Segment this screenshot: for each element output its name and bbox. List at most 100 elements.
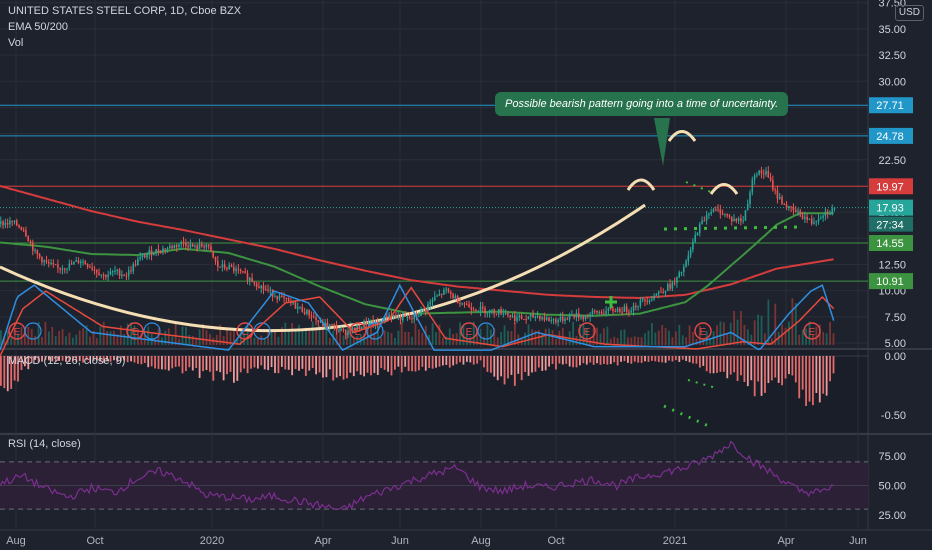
volume-bar <box>503 325 506 345</box>
volume-bar <box>298 324 300 345</box>
macd-histogram-bar <box>774 356 777 378</box>
macd-histogram-bar <box>287 356 290 370</box>
candle-body <box>808 218 811 220</box>
volume-bar <box>291 323 294 345</box>
legend-vol[interactable]: Vol <box>8 37 23 50</box>
candle-body <box>143 255 146 258</box>
candle-body <box>18 225 20 228</box>
candle-body <box>712 209 715 213</box>
candle-body <box>632 305 635 311</box>
candle-body <box>132 264 135 272</box>
candle-body <box>219 266 221 268</box>
candle-body <box>449 291 452 294</box>
volume-bar <box>688 325 691 345</box>
volume-bar <box>387 331 389 345</box>
macd-histogram-bar <box>805 356 807 406</box>
macd-histogram-bar <box>746 356 749 387</box>
volume-bar <box>815 326 818 345</box>
candle-body <box>728 215 731 217</box>
volume-bar <box>54 335 57 345</box>
candle-body <box>365 322 368 325</box>
candle-body <box>280 295 283 297</box>
candle-body <box>726 213 728 216</box>
candle-body <box>740 218 742 222</box>
legend-ema[interactable]: EMA 50/200 <box>8 21 68 34</box>
candle-body <box>153 253 155 256</box>
candle-body <box>338 330 340 332</box>
candle-body <box>171 246 173 249</box>
candle-body <box>34 250 36 252</box>
candle-body <box>118 269 121 277</box>
macd-histogram-bar <box>147 356 150 368</box>
macd-histogram-bar <box>733 356 736 373</box>
candle-body <box>705 215 708 221</box>
candle-body <box>495 313 498 315</box>
candle-body <box>676 277 678 283</box>
candle-body <box>527 316 530 320</box>
macd-histogram-bar <box>476 356 479 364</box>
chart[interactable]: EEEEEEEE Aug Oct 2020 Apr Jun Aug Oct 2021 Apr Ju… <box>0 0 932 550</box>
earnings-marker-label: E <box>466 327 473 338</box>
macd-histogram-bar <box>527 356 530 376</box>
volume-bar <box>414 323 417 345</box>
macd-histogram-bar <box>304 356 307 376</box>
macd-histogram-bar <box>226 356 228 375</box>
candle-body <box>344 330 347 335</box>
candle-body <box>296 306 299 309</box>
candle-body <box>244 271 247 274</box>
macd-histogram-bar <box>267 356 270 371</box>
volume-bar <box>829 321 831 345</box>
candle-body <box>669 284 671 289</box>
volume-bar <box>760 315 763 345</box>
candle-body <box>201 243 203 247</box>
candle-body <box>175 245 178 247</box>
candle-body <box>635 305 637 308</box>
macd-histogram-bar <box>137 356 139 364</box>
earnings-marker-label: E <box>809 327 816 338</box>
candle-body <box>824 211 827 216</box>
macd-histogram-bar <box>520 356 523 381</box>
volume-bar <box>801 329 804 345</box>
currency-button[interactable]: USD <box>894 5 924 21</box>
macd-histogram-bar <box>428 356 431 369</box>
candle-body <box>370 320 372 322</box>
candle-body <box>561 316 564 322</box>
candle-body <box>264 289 267 291</box>
candle-body <box>178 244 180 247</box>
candle-body <box>580 316 582 318</box>
volume-bar <box>496 337 499 345</box>
candle-body <box>38 254 41 257</box>
macd-histogram-bar <box>335 356 338 378</box>
macd-histogram-bar <box>599 356 602 365</box>
macd-histogram-bar <box>435 356 437 368</box>
macd-histogram-bar <box>274 356 276 373</box>
legend-rsi[interactable]: RSI (14, close) <box>8 438 81 451</box>
candle-body <box>0 221 2 224</box>
candle-body <box>733 218 735 222</box>
candle-body <box>730 216 733 222</box>
volume-bar <box>774 303 777 345</box>
x-tick-label: Oct <box>86 535 103 547</box>
volume-bar <box>75 334 78 345</box>
y-tick-label: 30.00 <box>878 76 906 88</box>
macd-histogram-bar <box>126 356 129 363</box>
legend-symbol[interactable]: UNITED STATES STEEL CORP, 1D, Cboe BZX <box>8 5 241 18</box>
candle-body <box>130 270 132 272</box>
countdown-label: 27:34 <box>876 220 904 232</box>
candle-body <box>395 314 397 318</box>
macd-histogram-bar <box>342 356 345 380</box>
candle-body <box>776 190 779 199</box>
candle-body <box>89 267 91 269</box>
macd-histogram-bar <box>143 356 146 363</box>
volume-bar <box>719 321 722 345</box>
candle-body <box>52 262 55 265</box>
volume-bar <box>164 330 167 345</box>
candle-body <box>698 223 701 234</box>
macd-histogram-bar <box>185 356 187 372</box>
volume-bar <box>459 322 461 345</box>
macd-histogram-bar <box>394 356 396 370</box>
macd-histogram-bar <box>452 356 455 366</box>
candle-body <box>25 230 27 237</box>
annotation-callout[interactable]: Possible bearish pattern going into a ti… <box>495 92 789 116</box>
legend-macd[interactable]: MACD (12, 26, close, 9) <box>8 355 125 368</box>
